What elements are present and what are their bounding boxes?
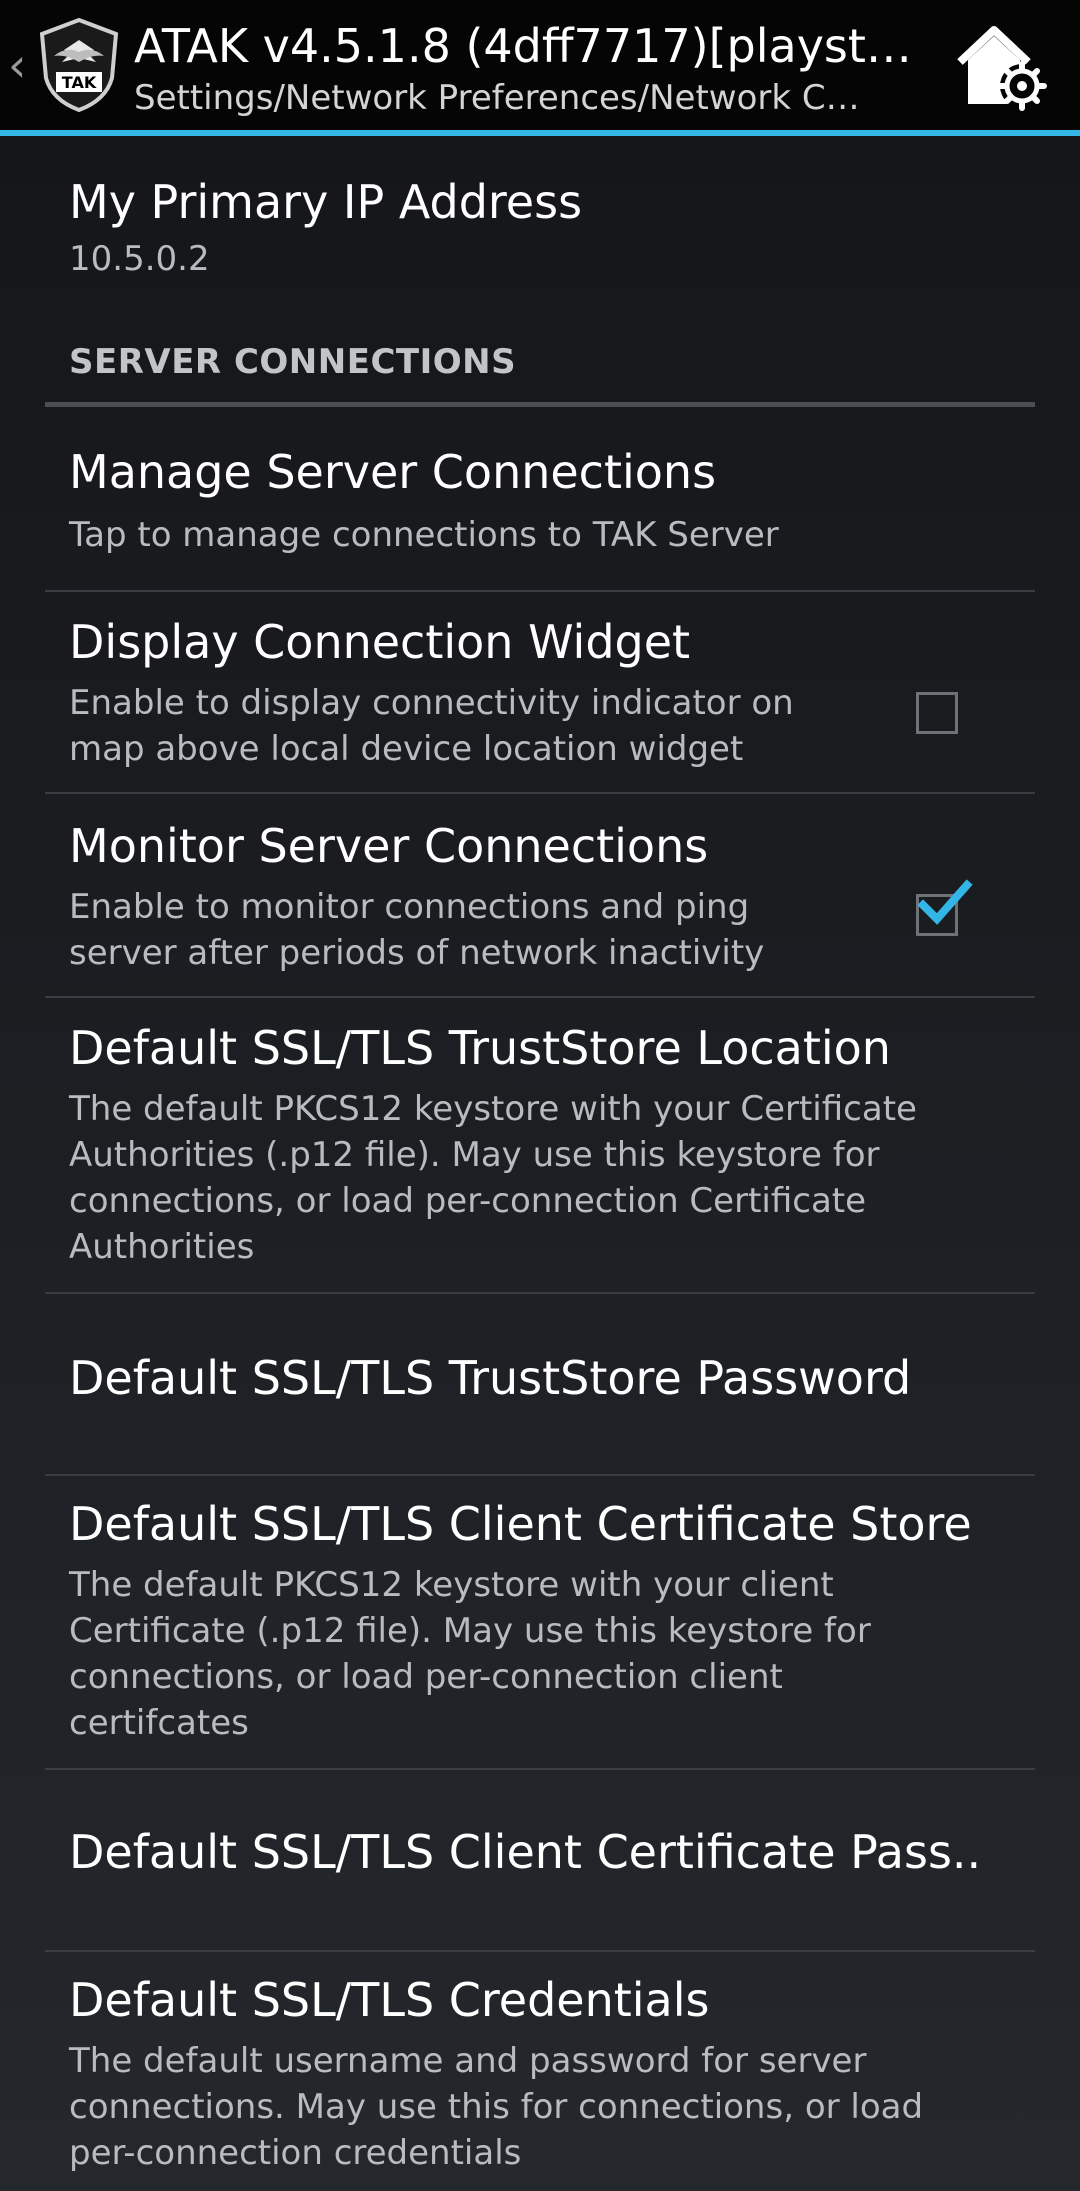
- category-divider: [45, 402, 1035, 407]
- pref-title: Default SSL/TLS Client Certificate Pass.…: [69, 1825, 982, 1879]
- pref-title: Monitor Server Connections: [69, 819, 709, 873]
- tak-logo-icon[interactable]: TAK: [36, 16, 122, 114]
- pref-title: Manage Server Connections: [69, 445, 717, 499]
- pref-title: Default SSL/TLS Credentials: [69, 1973, 710, 2027]
- client-certificate-password-item[interactable]: Default SSL/TLS Client Certificate Pass.…: [0, 1770, 1080, 1950]
- pref-summary: The default PKCS12 keystore with your cl…: [69, 1565, 871, 1743]
- primary-ip-item[interactable]: My Primary IP Address 10.5.0.2: [0, 136, 1080, 306]
- pref-summary: Enable to monitor connections and ping s…: [69, 887, 765, 973]
- client-certificate-store-item[interactable]: Default SSL/TLS Client Certificate Store…: [0, 1476, 1080, 1768]
- settings-screen: ‹ TAK ATAK v4.5.1.8 (4dff7717)[playst… S…: [0, 0, 1080, 2191]
- pref-summary: The default username and password for se…: [69, 2041, 924, 2173]
- display-connection-widget-checkbox[interactable]: [916, 692, 958, 734]
- checkmark-icon: [917, 879, 973, 925]
- manage-server-connections-item[interactable]: Manage Server Connections Tap to manage …: [0, 408, 1080, 590]
- pref-title: Default SSL/TLS TrustStore Location: [69, 1021, 891, 1075]
- category-server-connections: SERVER CONNECTIONS: [69, 342, 517, 382]
- home-gear-icon[interactable]: [952, 22, 1052, 114]
- truststore-location-item[interactable]: Default SSL/TLS TrustStore Location The …: [0, 998, 1080, 1292]
- truststore-password-item[interactable]: Default SSL/TLS TrustStore Password: [0, 1294, 1080, 1474]
- display-connection-widget-item[interactable]: Display Connection Widget Enable to disp…: [0, 592, 1080, 792]
- pref-summary: The default PKCS12 keystore with your Ce…: [69, 1089, 917, 1267]
- primary-ip-title: My Primary IP Address: [69, 175, 583, 229]
- breadcrumb: Settings/Network Preferences/Network C…: [134, 78, 860, 118]
- pref-title: Default SSL/TLS Client Certificate Store: [69, 1497, 972, 1551]
- ssl-credentials-item[interactable]: Default SSL/TLS Credentials The default …: [0, 1952, 1080, 2191]
- monitor-server-connections-item[interactable]: Monitor Server Connections Enable to mon…: [0, 794, 1080, 996]
- tak-logo-text: TAK: [62, 73, 97, 92]
- pref-summary: Enable to display connectivity indicator…: [69, 683, 794, 769]
- pref-title: Default SSL/TLS TrustStore Password: [69, 1351, 912, 1405]
- pref-title: Display Connection Widget: [69, 615, 691, 669]
- monitor-server-connections-checkbox[interactable]: [916, 879, 973, 936]
- action-bar: ‹ TAK ATAK v4.5.1.8 (4dff7717)[playst… S…: [0, 0, 1080, 136]
- app-title: ATAK v4.5.1.8 (4dff7717)[playst…: [134, 19, 912, 73]
- pref-summary: Tap to manage connections to TAK Server: [69, 515, 779, 555]
- primary-ip-value: 10.5.0.2: [69, 239, 210, 279]
- chevron-left-icon[interactable]: ‹: [8, 40, 26, 90]
